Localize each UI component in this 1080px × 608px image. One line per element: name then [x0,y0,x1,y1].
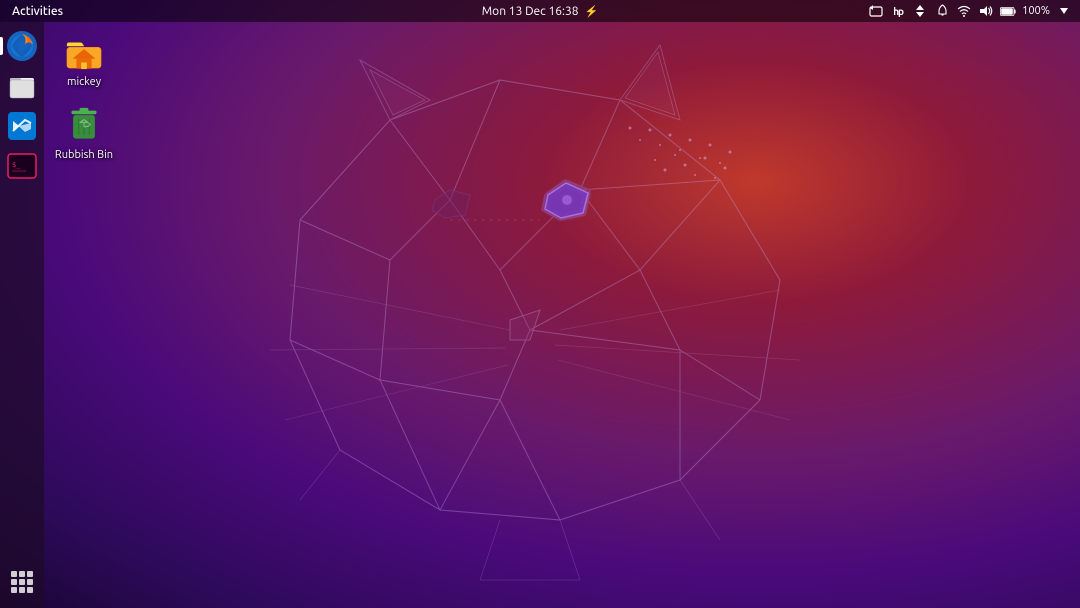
desktop-icon-home[interactable]: mickey [50,28,118,93]
camera-icon[interactable] [868,3,884,19]
dock-item-terminal[interactable]: $_ [4,148,40,184]
show-apps-grid-icon [11,571,33,593]
trash-icon [64,105,104,145]
activities-button[interactable]: Activities [8,5,67,18]
home-folder-icon [64,32,104,72]
lightning-icon: ⚡ [585,5,599,18]
home-folder-label: mickey [67,76,101,89]
datetime-display: Mon 13 Dec 16:38 [482,5,579,18]
wifi-icon[interactable] [956,3,972,19]
hp-icon[interactable]: hp [890,3,906,19]
desktop-icons: mickey Rubbish Bin [50,28,118,166]
volume-icon[interactable] [978,3,994,19]
dock-item-firefox[interactable] [4,28,40,64]
dock: $_ [0,22,44,608]
svg-text:$_: $_ [12,161,21,169]
topbar-left: Activities [8,5,67,18]
desktop-icon-trash[interactable]: Rubbish Bin [50,101,118,166]
battery-icon[interactable] [1000,3,1016,19]
topbar-right: hp [868,3,1072,19]
wallpaper-cat [0,0,1080,608]
battery-percentage: 100% [1022,5,1050,17]
show-apps-button[interactable] [4,564,40,600]
desktop [0,0,1080,608]
arrows-icon[interactable] [912,3,928,19]
notification-icon[interactable] [934,3,950,19]
topbar: Activities Mon 13 Dec 16:38 ⚡ hp [0,0,1080,22]
dock-item-vscode[interactable] [4,108,40,144]
topbar-center: Mon 13 Dec 16:38 ⚡ [482,5,598,18]
tray-dropdown-icon[interactable] [1056,3,1072,19]
dock-item-files[interactable] [4,68,40,104]
trash-label: Rubbish Bin [55,149,113,162]
